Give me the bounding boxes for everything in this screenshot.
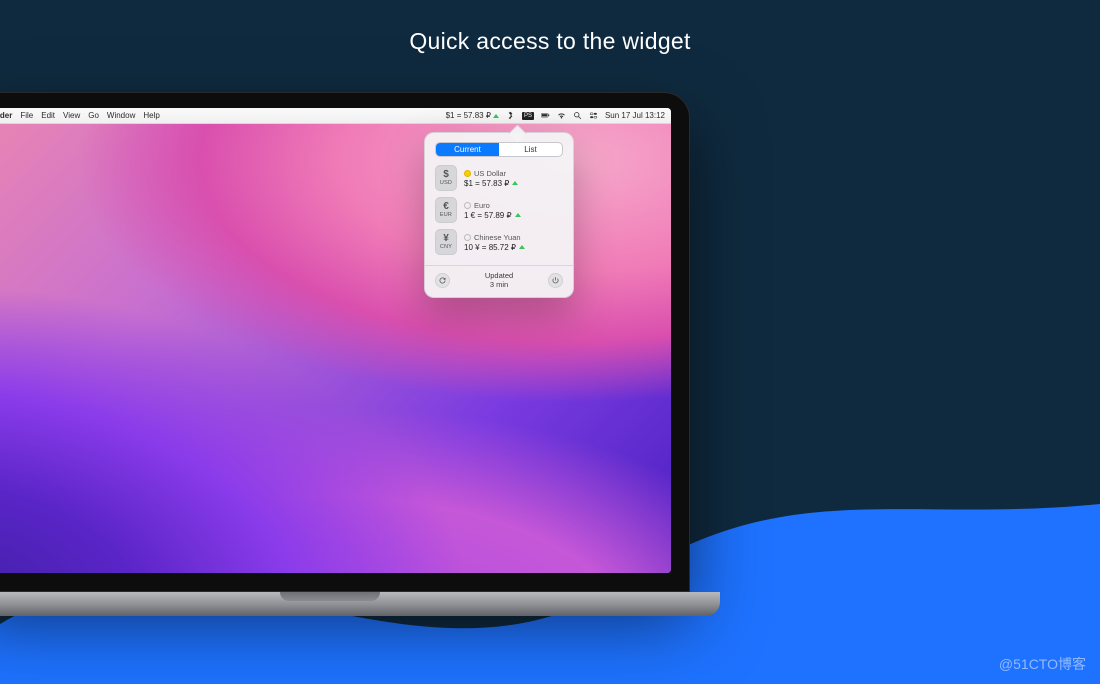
- menubar-item-go[interactable]: Go: [88, 111, 99, 120]
- currency-name: Euro: [474, 201, 490, 210]
- radio-unselected-icon: [464, 234, 471, 241]
- laptop-mockup: nder File Edit View Go Window Help $1 = …: [0, 92, 690, 616]
- radio-selected-icon: [464, 170, 471, 177]
- refresh-button[interactable]: [435, 273, 450, 288]
- menubar-item-file[interactable]: File: [20, 111, 33, 120]
- battery-icon[interactable]: [541, 111, 550, 120]
- currency-name: US Dollar: [474, 169, 506, 178]
- menubar-item-help[interactable]: Help: [143, 111, 159, 120]
- currency-code: EUR: [440, 213, 452, 219]
- currency-row-usd[interactable]: $ USD US Dollar $1 = 57.83 ₽: [435, 165, 563, 191]
- laptop-screen: nder File Edit View Go Window Help $1 = …: [0, 108, 671, 573]
- currency-code: USD: [440, 181, 452, 187]
- laptop-base: [0, 592, 720, 616]
- tab-current[interactable]: Current: [436, 143, 499, 156]
- menubar-rate-text: $1 = 57.83 ₽: [446, 111, 491, 120]
- currency-badge: $ USD: [435, 165, 457, 191]
- control-center-icon[interactable]: [589, 111, 598, 120]
- trend-up-icon: [512, 181, 518, 185]
- search-icon[interactable]: [573, 111, 582, 120]
- currency-value: 1 € = 57.89 ₽: [464, 211, 512, 220]
- currency-badge: € EUR: [435, 197, 457, 223]
- currency-row-eur[interactable]: € EUR Euro 1 € = 57.89 ₽: [435, 197, 563, 223]
- currency-symbol: ¥: [443, 234, 449, 244]
- menubar-currency-rate[interactable]: $1 = 57.83 ₽: [446, 111, 499, 120]
- wifi-icon[interactable]: [557, 111, 566, 120]
- menubar-app-name[interactable]: nder: [0, 111, 12, 120]
- updated-label-block: Updated 3 min: [485, 272, 513, 289]
- currency-name: Chinese Yuan: [474, 233, 521, 242]
- watermark: @51CTO博客: [999, 654, 1086, 674]
- menubar-item-window[interactable]: Window: [107, 111, 135, 120]
- trend-up-icon: [515, 213, 521, 217]
- refresh-icon: [438, 276, 447, 285]
- tab-list[interactable]: List: [499, 143, 562, 156]
- currency-symbol: $: [443, 170, 449, 180]
- currency-value: $1 = 57.83 ₽: [464, 179, 509, 188]
- menubar-item-edit[interactable]: Edit: [41, 111, 55, 120]
- menubar-item-view[interactable]: View: [63, 111, 80, 120]
- radio-unselected-icon: [464, 202, 471, 209]
- macos-menubar: nder File Edit View Go Window Help $1 = …: [0, 108, 671, 124]
- menubar-clock[interactable]: Sun 17 Jul 13:12: [605, 111, 665, 120]
- updated-value: 3 min: [485, 281, 513, 290]
- menubar-app-badge[interactable]: PS: [522, 112, 534, 120]
- page-headline: Quick access to the widget: [0, 0, 1100, 55]
- currency-popover: Current List $ USD US Dollar $1 = 57.83 …: [424, 132, 574, 298]
- popover-tabs: Current List: [435, 142, 563, 157]
- trend-up-icon: [493, 114, 499, 118]
- currency-code: CNY: [440, 245, 452, 251]
- currency-badge: ¥ CNY: [435, 229, 457, 255]
- power-icon: [551, 276, 560, 285]
- power-button[interactable]: [548, 273, 563, 288]
- laptop-notch: [280, 592, 380, 601]
- currency-value: 10 ¥ = 85.72 ₽: [464, 243, 516, 252]
- currency-symbol: €: [443, 202, 449, 212]
- trend-up-icon: [519, 245, 525, 249]
- bluetooth-icon[interactable]: [506, 111, 515, 120]
- currency-row-cny[interactable]: ¥ CNY Chinese Yuan 10 ¥ = 85.72 ₽: [435, 229, 563, 255]
